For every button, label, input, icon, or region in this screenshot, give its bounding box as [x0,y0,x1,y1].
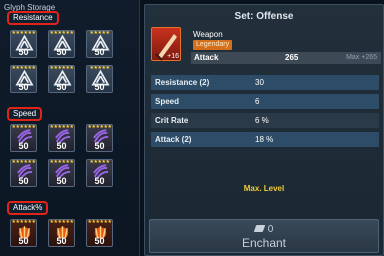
glyph-level: 50 [18,141,29,151]
weapon-icon[interactable]: +16 [151,27,181,61]
enchant-cost: 0 [150,224,378,235]
speed-glyph[interactable]: ★★★★★★ 50 [10,124,37,152]
main-stat-name: Attack [194,53,219,62]
glyph-level: 50 [94,236,105,246]
substat-name: Speed [155,97,180,106]
glyph-level: 50 [94,176,105,186]
glyph-storage-panel: Glyph Storage Resistance ★★★★★★ 50 ★★★★★★… [0,0,140,256]
weapon-name: Weapon [193,30,223,39]
substat-row-crit-rate: Crit Rate 6 % [151,113,379,128]
glyph-level: 50 [56,47,67,57]
category-resistance-label[interactable]: Resistance [7,11,59,25]
speed-glyph[interactable]: ★★★★★★ 50 [86,124,113,152]
resistance-glyph[interactable]: ★★★★★★ 50 [48,65,75,93]
max-level-label: Max. Level [243,184,285,193]
resistance-glyph[interactable]: ★★★★★★ 50 [48,30,75,58]
attack-glyph[interactable]: ★★★★★★ 50 [48,219,75,247]
category-speed-label[interactable]: Speed [7,107,43,121]
substat-row-attack: Attack (2) 18 % [151,132,379,147]
main-stat-max: Max +265 [346,54,377,61]
weapon-level: +16 [167,53,179,60]
substat-value: 18 % [255,135,274,144]
gear-detail-panel: Set: Offense +16 Weapon Legendary Attack… [144,4,384,256]
category-attack-percent-label[interactable]: Attack% [7,201,49,215]
substat-value: 6 % [255,116,269,125]
set-title: Set: Offense [234,11,294,22]
glyph-level: 50 [56,176,67,186]
main-stat-row: Attack 265 Max +265 [191,52,381,64]
glyph-level: 50 [18,47,29,57]
gem-icon [253,225,265,232]
speed-glyph[interactable]: ★★★★★★ 50 [48,124,75,152]
glyph-level: 50 [94,82,105,92]
enchant-button[interactable]: 0 Enchant [149,219,379,253]
speed-glyph[interactable]: ★★★★★ 50 [86,159,113,187]
attack-glyph[interactable]: ★★★★★★ 50 [86,219,113,247]
resistance-glyph[interactable]: ★★★★★ 50 [86,65,113,93]
resistance-glyph[interactable]: ★★★★★★ 50 [10,30,37,58]
substat-value: 6 [255,97,260,106]
substat-list: Resistance (2) 30 Speed 6 Crit Rate 6 % … [151,75,379,151]
substat-row-resistance: Resistance (2) 30 [151,75,379,90]
rarity-badge: Legendary [193,40,233,50]
glyph-level: 50 [56,82,67,92]
glyph-level: 50 [56,236,67,246]
substat-row-speed: Speed 6 [151,94,379,109]
glyph-level: 50 [18,236,29,246]
glyph-level: 50 [94,47,105,57]
attack-glyph-grid: ★★★★★★ 50 ★★★★★★ 50 ★★★★★★ 50 [10,219,113,247]
resistance-glyph[interactable]: ★★★★★★ 50 [10,65,37,93]
glyph-level: 50 [18,82,29,92]
resistance-glyph-grid: ★★★★★★ 50 ★★★★★★ 50 ★★★★★ 50 ★★★★★★ 50 ★★★★★… [10,30,113,93]
glyph-level: 50 [94,141,105,151]
speed-glyph-grid: ★★★★★★ 50 ★★★★★★ 50 ★★★★★★ 50 ★★★★★★ 50 ★★★★… [10,124,113,187]
speed-glyph[interactable]: ★★★★★★ 50 [10,159,37,187]
enchant-label: Enchant [241,236,287,250]
attack-glyph[interactable]: ★★★★★★ 50 [10,219,37,247]
substat-name: Resistance (2) [155,78,210,87]
substat-name: Attack (2) [155,135,192,144]
speed-glyph[interactable]: ★★★★★★ 50 [48,159,75,187]
main-stat-value: 265 [285,53,299,62]
substat-name: Crit Rate [155,116,189,125]
enchant-cost-value: 0 [267,224,274,235]
glyph-level: 50 [56,141,67,151]
glyph-level: 50 [18,176,29,186]
resistance-glyph[interactable]: ★★★★★ 50 [86,30,113,58]
substat-value: 30 [255,78,264,87]
